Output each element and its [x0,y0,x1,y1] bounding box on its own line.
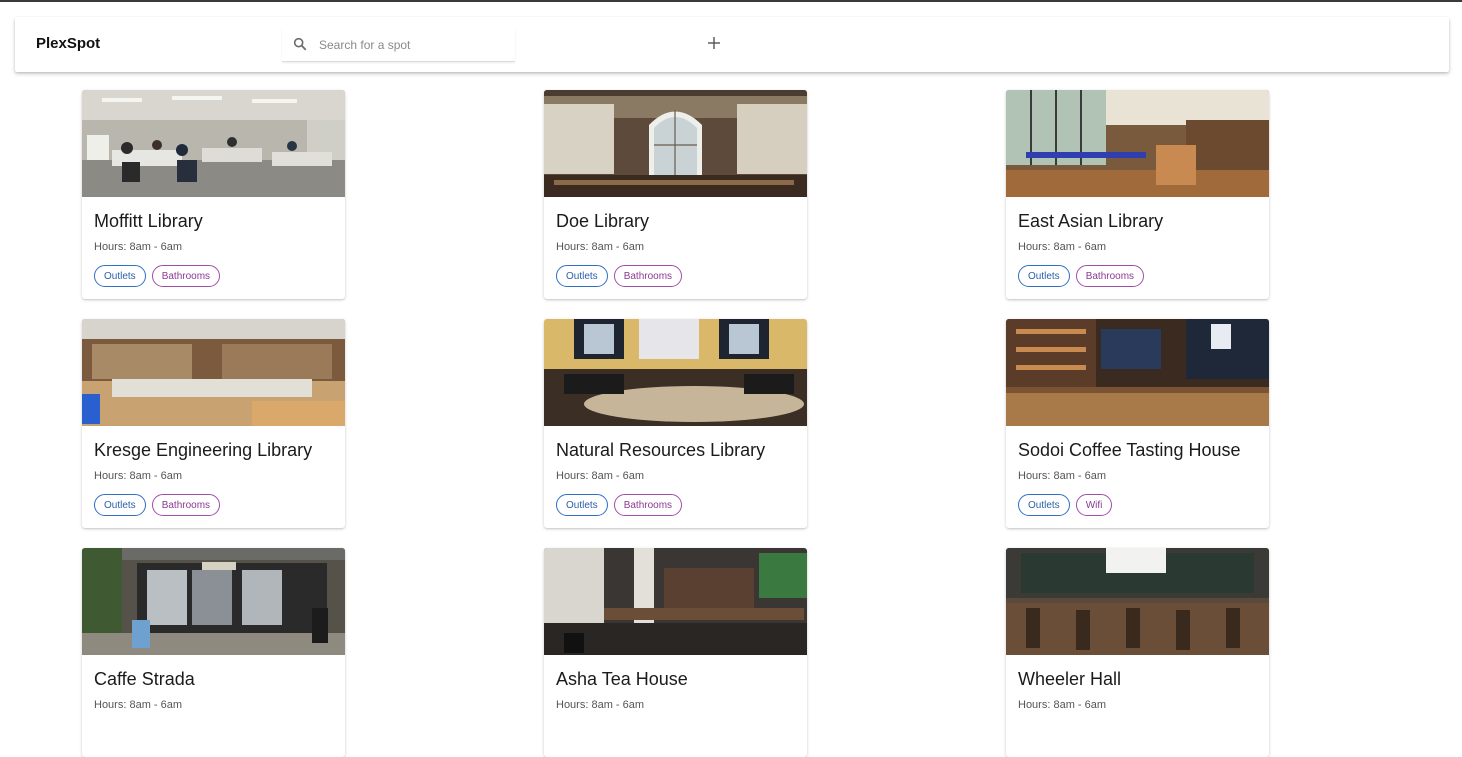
tag-chip-bathrooms[interactable]: Bathrooms [151,265,221,287]
spot-hours: Hours: 8am - 6am [556,241,645,253]
tag-chip-wifi[interactable]: Wifi [1075,494,1113,516]
spot-name: Moffitt Library [94,211,203,231]
spot-photo [1006,90,1269,197]
spot-name: Kresge Engineering Library [94,440,313,460]
tag-chip-outlets[interactable]: Outlets [556,494,608,516]
spot-photo [82,319,345,426]
spot-photo [1006,319,1269,426]
tag-chip-outlets[interactable]: Outlets [556,265,608,287]
spot-hours: Hours: 8am - 6am [94,470,183,482]
spot-card[interactable]: East Asian Library Hours: 8am - 6am Outl… [1006,90,1269,299]
spot-card[interactable]: Moffitt Library Hours: 8am - 6am Outlets… [82,90,345,299]
spot-name: Doe Library [556,211,650,231]
spot-photo [544,90,807,197]
tag-chip-bathrooms[interactable]: Bathrooms [613,265,683,287]
spot-hours: Hours: 8am - 6am [556,470,645,482]
plus-icon [708,37,720,49]
spot-name: East Asian Library [1018,211,1164,231]
spot-name: Natural Resources Library [556,440,766,460]
spot-photo [544,319,807,426]
tag-chip-outlets[interactable]: Outlets [1018,265,1070,287]
search-input[interactable] [317,33,511,57]
search-box[interactable] [282,27,515,62]
spot-photo [544,548,807,655]
tag-chip-bathrooms[interactable]: Bathrooms [1075,265,1145,287]
app-title: PlexSpot [36,35,101,52]
spot-hours: Hours: 8am - 6am [556,699,645,711]
spot-name: Wheeler Hall [1018,669,1122,689]
spot-card[interactable]: Kresge Engineering Library Hours: 8am - … [82,319,345,528]
spot-photo [82,548,345,655]
spot-hours: Hours: 8am - 6am [94,699,183,711]
spot-card[interactable]: Natural Resources Library Hours: 8am - 6… [544,319,807,528]
tag-chip-outlets[interactable]: Outlets [1018,494,1070,516]
tag-chip-bathrooms[interactable]: Bathrooms [151,494,221,516]
spot-name: Sodoi Coffee Tasting House [1018,440,1241,460]
spot-card[interactable]: Sodoi Coffee Tasting House Hours: 8am - … [1006,319,1269,528]
spot-hours: Hours: 8am - 6am [1018,241,1107,253]
spot-hours: Hours: 8am - 6am [1018,470,1107,482]
spot-name: Asha Tea House [556,669,688,689]
spot-name: Caffe Strada [94,669,195,689]
spot-photo [82,90,345,197]
spot-hours: Hours: 8am - 6am [1018,699,1107,711]
tag-chip-outlets[interactable]: Outlets [94,494,146,516]
tag-chip-bathrooms[interactable]: Bathrooms [613,494,683,516]
spot-card[interactable]: Doe Library Hours: 8am - 6am Outlets Bat… [544,90,807,299]
spot-hours: Hours: 8am - 6am [94,241,183,253]
spot-photo [1006,548,1269,655]
window-top-border [0,0,1462,2]
search-icon [293,37,307,51]
spot-card[interactable]: Asha Tea House Hours: 8am - 6am [544,548,807,757]
app-bar: PlexSpot [15,17,1449,72]
spot-card[interactable]: Caffe Strada Hours: 8am - 6am [82,548,345,757]
add-spot-button[interactable] [702,31,726,55]
spot-card[interactable]: Wheeler Hall Hours: 8am - 6am [1006,548,1269,757]
tag-chip-outlets[interactable]: Outlets [94,265,146,287]
